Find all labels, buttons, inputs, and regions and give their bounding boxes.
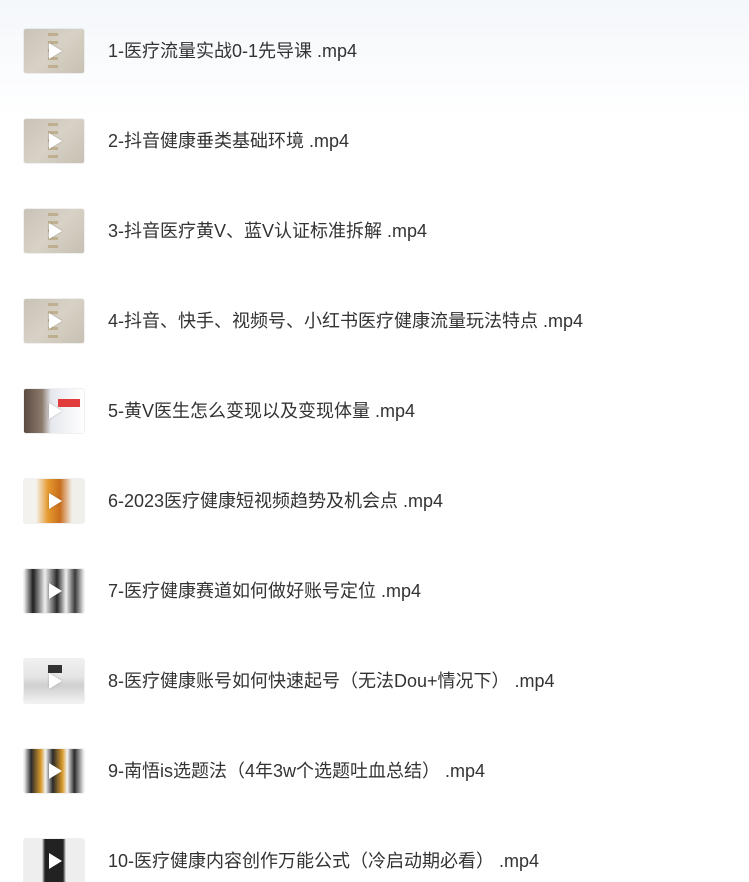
file-name: 10-医疗健康内容创作万能公式（冷启动期必看） .mp4 [108, 851, 540, 871]
play-icon [49, 493, 62, 509]
file-name: 4-抖音、快手、视频号、小红书医疗健康流量玩法特点 .mp4 [108, 311, 584, 331]
file-item[interactable]: 5-黄V医生怎么变现以及变现体量 .mp4 [0, 366, 749, 456]
play-icon [49, 223, 62, 239]
file-name: 1-医疗流量实战0-1先导课 .mp4 [108, 41, 358, 61]
file-item[interactable]: 9-南悟is选题法（4年3w个选题吐血总结） .mp4 [0, 726, 749, 816]
video-thumbnail [24, 209, 84, 253]
video-thumbnail [24, 749, 84, 793]
file-name: 3-抖音医疗黄V、蓝V认证标准拆解 .mp4 [108, 221, 428, 241]
file-item[interactable]: 4-抖音、快手、视频号、小红书医疗健康流量玩法特点 .mp4 [0, 276, 749, 366]
file-item[interactable]: 10-医疗健康内容创作万能公式（冷启动期必看） .mp4 [0, 816, 749, 882]
file-name: 9-南悟is选题法（4年3w个选题吐血总结） .mp4 [108, 761, 486, 781]
video-thumbnail [24, 839, 84, 882]
video-thumbnail [24, 119, 84, 163]
video-thumbnail [24, 479, 84, 523]
file-name: 6-2023医疗健康短视频趋势及机会点 .mp4 [108, 491, 444, 511]
play-icon [49, 313, 62, 329]
file-item[interactable]: 8-医疗健康账号如何快速起号（无法Dou+情况下） .mp4 [0, 636, 749, 726]
video-thumbnail [24, 29, 84, 73]
play-icon [49, 133, 62, 149]
play-icon [49, 43, 62, 59]
file-name: 7-医疗健康赛道如何做好账号定位 .mp4 [108, 581, 422, 601]
play-icon [49, 583, 62, 599]
file-item[interactable]: 3-抖音医疗黄V、蓝V认证标准拆解 .mp4 [0, 186, 749, 276]
file-name: 2-抖音健康垂类基础环境 .mp4 [108, 131, 350, 151]
video-thumbnail [24, 659, 84, 703]
video-thumbnail [24, 389, 84, 433]
file-item[interactable]: 6-2023医疗健康短视频趋势及机会点 .mp4 [0, 456, 749, 546]
video-thumbnail [24, 299, 84, 343]
play-icon [49, 403, 62, 419]
play-icon [49, 673, 62, 689]
play-icon [49, 853, 62, 869]
play-icon [49, 763, 62, 779]
file-item[interactable]: 2-抖音健康垂类基础环境 .mp4 [0, 96, 749, 186]
file-item[interactable]: 7-医疗健康赛道如何做好账号定位 .mp4 [0, 546, 749, 636]
file-list: 1-医疗流量实战0-1先导课 .mp4 2-抖音健康垂类基础环境 .mp4 3-… [0, 6, 749, 882]
file-item[interactable]: 1-医疗流量实战0-1先导课 .mp4 [0, 6, 749, 96]
file-name: 5-黄V医生怎么变现以及变现体量 .mp4 [108, 401, 416, 421]
file-name: 8-医疗健康账号如何快速起号（无法Dou+情况下） .mp4 [108, 671, 555, 691]
video-thumbnail [24, 569, 84, 613]
